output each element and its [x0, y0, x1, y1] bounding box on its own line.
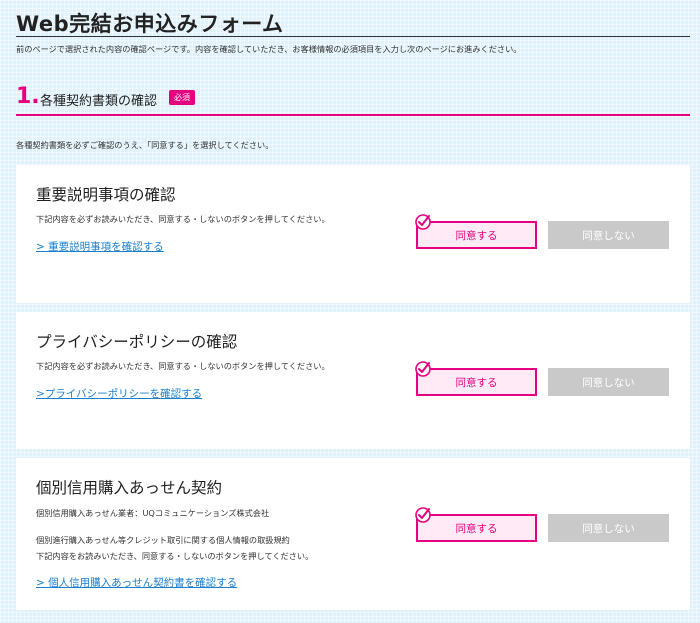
- check-circle-icon: [415, 507, 431, 523]
- card-title: プライバシーポリシーの確認: [36, 333, 238, 351]
- disagree-button[interactable]: 同意しない: [548, 368, 669, 396]
- important-matters-link[interactable]: > 重要説明事項を確認する: [36, 239, 164, 254]
- disagree-label: 同意しない: [582, 522, 635, 535]
- agree-label: 同意する: [455, 522, 498, 535]
- credit-contract-link[interactable]: > 個人信用購入あっせん契約書を確認する: [36, 575, 237, 590]
- agree-label: 同意する: [455, 376, 498, 389]
- agree-label: 同意する: [455, 229, 498, 242]
- section-number: 1.: [16, 84, 40, 109]
- agree-button[interactable]: 同意する: [415, 361, 537, 396]
- disagree-button[interactable]: 同意しない: [548, 221, 669, 249]
- agree-button[interactable]: 同意する: [415, 507, 537, 542]
- disagree-button[interactable]: 同意しない: [548, 514, 669, 542]
- section-title: 各種契約書類の確認: [40, 94, 158, 109]
- privacy-policy-link[interactable]: >プライバシーポリシーを確認する: [36, 386, 202, 401]
- required-badge: 必須: [169, 90, 195, 105]
- section-description: 各種契約書類を必ずご確認のうえ、「同意する」を選択してください。: [16, 140, 274, 150]
- card-text: 下記内容を必ずお読みいただき、同意する・しないのボタンを押してください。: [36, 214, 330, 224]
- disagree-label: 同意しない: [582, 376, 635, 389]
- card-text: 下記内容をお読みいただき、同意する・しないのボタンを押してください。: [36, 551, 314, 561]
- card-text: 個別信用購入あっせん業者：UQコミュニケーションズ株式会社: [36, 508, 270, 518]
- intro-text: 前のページで選択された内容の確認ページです。内容を確認していただき、お客様情報の…: [16, 44, 522, 54]
- section-divider: [16, 114, 690, 116]
- check-circle-icon: [415, 361, 431, 377]
- card-privacy-policy: プライバシーポリシーの確認 下記内容を必ずお読みいただき、同意する・しないのボタ…: [16, 312, 690, 449]
- card-title: 個別信用購入あっせん契約: [36, 479, 223, 497]
- card-important-matters: 重要説明事項の確認 下記内容を必ずお読みいただき、同意する・しないのボタンを押し…: [16, 165, 690, 303]
- title-divider: [16, 36, 690, 37]
- disagree-label: 同意しない: [582, 229, 635, 242]
- agree-button[interactable]: 同意する: [415, 214, 537, 249]
- card-text: 下記内容を必ずお読みいただき、同意する・しないのボタンを押してください。: [36, 361, 330, 371]
- card-credit-purchase: 個別信用購入あっせん契約 個別信用購入あっせん業者：UQコミュニケーションズ株式…: [16, 458, 690, 610]
- card-title: 重要説明事項の確認: [36, 186, 176, 204]
- check-circle-icon: [415, 214, 431, 230]
- card-text: 個別進行購入あっせん等クレジット取引に関する個人情報の取扱規約: [36, 535, 290, 545]
- page-title: Web完結お申込みフォーム: [16, 12, 284, 36]
- section-header: 1. 各種契約書類の確認 必須: [16, 84, 690, 118]
